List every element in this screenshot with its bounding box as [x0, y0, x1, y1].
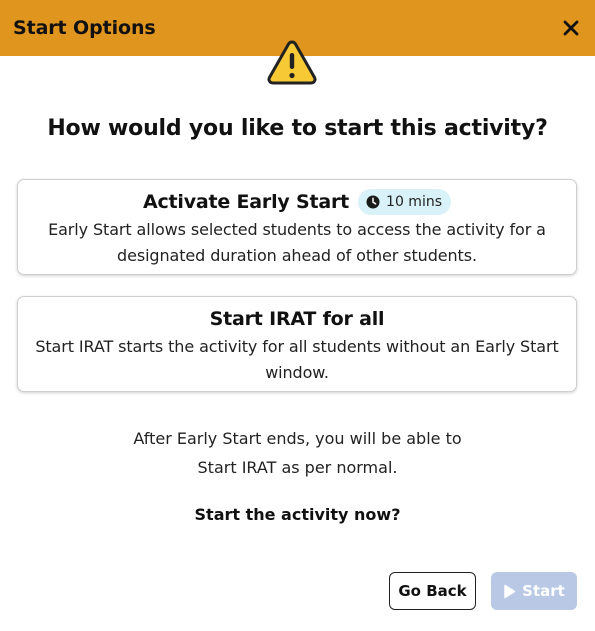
confirm-question: Start the activity now?	[194, 505, 401, 524]
option-title: Activate Early Start	[142, 191, 350, 213]
option-title-row: Start IRAT for all	[18, 306, 576, 332]
warning-icon	[266, 38, 318, 86]
early-start-note: After Early Start ends, you will be able…	[0, 424, 595, 482]
play-icon	[503, 584, 516, 599]
option-title-row: Activate Early Start 10 mins	[18, 189, 576, 215]
go-back-button[interactable]: Go Back	[389, 572, 476, 610]
option-description: Start IRAT starts the activity for all s…	[35, 337, 559, 382]
duration-badge: 10 mins	[358, 189, 452, 215]
option-activate-early-start[interactable]: Activate Early Start 10 mins Early Start…	[17, 179, 577, 275]
note-line-2: Start IRAT as per normal.	[197, 458, 398, 477]
start-options-modal: Start Options How would you like to star…	[0, 0, 595, 631]
option-title: Start IRAT for all	[209, 308, 385, 330]
close-button[interactable]	[559, 16, 583, 40]
clock-icon	[366, 195, 380, 209]
modal-title: Start Options	[13, 17, 156, 39]
option-description: Early Start allows selected students to …	[48, 220, 546, 265]
start-button[interactable]: Start	[491, 572, 577, 610]
question-heading: How would you like to start this activit…	[47, 116, 548, 141]
duration-badge-text: 10 mins	[386, 194, 443, 210]
close-icon	[563, 20, 579, 36]
option-start-irat-for-all[interactable]: Start IRAT for all Start IRAT starts the…	[17, 296, 577, 392]
start-button-label: Start	[522, 582, 565, 600]
note-line-1: After Early Start ends, you will be able…	[133, 429, 462, 448]
